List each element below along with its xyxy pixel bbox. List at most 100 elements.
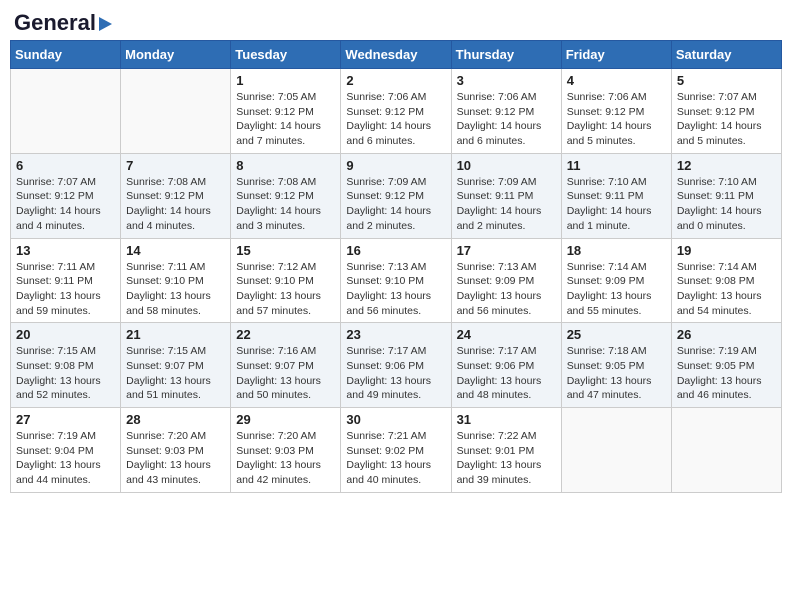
calendar-day-cell: [11, 69, 121, 154]
day-number: 27: [16, 412, 115, 427]
day-info: Sunrise: 7:06 AMSunset: 9:12 PMDaylight:…: [567, 90, 666, 149]
day-info: Sunrise: 7:07 AMSunset: 9:12 PMDaylight:…: [16, 175, 115, 234]
day-header-thursday: Thursday: [451, 41, 561, 69]
day-info: Sunrise: 7:11 AMSunset: 9:11 PMDaylight:…: [16, 260, 115, 319]
calendar-day-cell: 28 Sunrise: 7:20 AMSunset: 9:03 PMDayligh…: [121, 408, 231, 493]
day-header-tuesday: Tuesday: [231, 41, 341, 69]
day-number: 18: [567, 243, 666, 258]
calendar-day-cell: 20 Sunrise: 7:15 AMSunset: 9:08 PMDayligh…: [11, 323, 121, 408]
day-number: 4: [567, 73, 666, 88]
calendar-day-cell: 22Sunrise: 7:16 AMSunset: 9:07 PMDayligh…: [231, 323, 341, 408]
calendar-day-cell: [121, 69, 231, 154]
day-number: 14: [126, 243, 225, 258]
calendar-day-cell: 27 Sunrise: 7:19 AMSunset: 9:04 PMDayligh…: [11, 408, 121, 493]
calendar-day-cell: [561, 408, 671, 493]
calendar-day-cell: 14 Sunrise: 7:11 AMSunset: 9:10 PMDayligh…: [121, 238, 231, 323]
day-info: Sunrise: 7:17 AMSunset: 9:06 PMDaylight:…: [346, 344, 445, 403]
day-header-monday: Monday: [121, 41, 231, 69]
calendar-day-cell: 16 Sunrise: 7:13 AMSunset: 9:10 PMDayligh…: [341, 238, 451, 323]
logo-general: General: [14, 10, 96, 36]
day-info: Sunrise: 7:18 AMSunset: 9:05 PMDaylight:…: [567, 344, 666, 403]
day-number: 2: [346, 73, 445, 88]
calendar-day-cell: 25 Sunrise: 7:18 AMSunset: 9:05 PMDayligh…: [561, 323, 671, 408]
calendar-day-cell: 30Sunrise: 7:21 AMSunset: 9:02 PMDayligh…: [341, 408, 451, 493]
logo-arrow-icon: [99, 17, 112, 31]
calendar-day-cell: 19 Sunrise: 7:14 AMSunset: 9:08 PMDayligh…: [671, 238, 781, 323]
day-info: Sunrise: 7:06 AMSunset: 9:12 PMDaylight:…: [457, 90, 556, 149]
calendar-week-row: 27 Sunrise: 7:19 AMSunset: 9:04 PMDayligh…: [11, 408, 782, 493]
calendar-week-row: 13 Sunrise: 7:11 AMSunset: 9:11 PMDayligh…: [11, 238, 782, 323]
calendar-day-cell: 23 Sunrise: 7:17 AMSunset: 9:06 PMDayligh…: [341, 323, 451, 408]
day-info: Sunrise: 7:19 AMSunset: 9:04 PMDaylight:…: [16, 429, 115, 488]
day-number: 26: [677, 327, 776, 342]
day-info: Sunrise: 7:20 AMSunset: 9:03 PMDaylight:…: [236, 429, 335, 488]
day-number: 6: [16, 158, 115, 173]
calendar-day-cell: 13 Sunrise: 7:11 AMSunset: 9:11 PMDayligh…: [11, 238, 121, 323]
calendar-day-cell: 11 Sunrise: 7:10 AMSunset: 9:11 PMDayligh…: [561, 153, 671, 238]
day-info: Sunrise: 7:09 AMSunset: 9:11 PMDaylight:…: [457, 175, 556, 234]
calendar-day-cell: 17 Sunrise: 7:13 AMSunset: 9:09 PMDayligh…: [451, 238, 561, 323]
calendar-day-cell: 29 Sunrise: 7:20 AMSunset: 9:03 PMDayligh…: [231, 408, 341, 493]
day-header-saturday: Saturday: [671, 41, 781, 69]
day-number: 5: [677, 73, 776, 88]
calendar-day-cell: 26Sunrise: 7:19 AMSunset: 9:05 PMDayligh…: [671, 323, 781, 408]
day-number: 25: [567, 327, 666, 342]
day-number: 30: [346, 412, 445, 427]
day-info: Sunrise: 7:05 AMSunset: 9:12 PMDaylight:…: [236, 90, 335, 149]
day-info: Sunrise: 7:22 AMSunset: 9:01 PMDaylight:…: [457, 429, 556, 488]
day-number: 13: [16, 243, 115, 258]
day-info: Sunrise: 7:13 AMSunset: 9:10 PMDaylight:…: [346, 260, 445, 319]
calendar-day-cell: 9Sunrise: 7:09 AMSunset: 9:12 PMDaylight…: [341, 153, 451, 238]
day-info: Sunrise: 7:14 AMSunset: 9:08 PMDaylight:…: [677, 260, 776, 319]
day-info: Sunrise: 7:20 AMSunset: 9:03 PMDaylight:…: [126, 429, 225, 488]
calendar-day-cell: 4 Sunrise: 7:06 AMSunset: 9:12 PMDaylight…: [561, 69, 671, 154]
day-info: Sunrise: 7:14 AMSunset: 9:09 PMDaylight:…: [567, 260, 666, 319]
page-header: General: [10, 10, 782, 32]
day-number: 7: [126, 158, 225, 173]
calendar-week-row: 20 Sunrise: 7:15 AMSunset: 9:08 PMDayligh…: [11, 323, 782, 408]
day-number: 17: [457, 243, 556, 258]
calendar-day-cell: 21Sunrise: 7:15 AMSunset: 9:07 PMDayligh…: [121, 323, 231, 408]
day-header-friday: Friday: [561, 41, 671, 69]
day-number: 8: [236, 158, 335, 173]
day-number: 28: [126, 412, 225, 427]
day-number: 16: [346, 243, 445, 258]
calendar-day-cell: 24 Sunrise: 7:17 AMSunset: 9:06 PMDayligh…: [451, 323, 561, 408]
calendar-week-row: 6 Sunrise: 7:07 AMSunset: 9:12 PMDaylight…: [11, 153, 782, 238]
day-number: 11: [567, 158, 666, 173]
calendar-day-cell: 31Sunrise: 7:22 AMSunset: 9:01 PMDayligh…: [451, 408, 561, 493]
day-number: 23: [346, 327, 445, 342]
day-number: 12: [677, 158, 776, 173]
calendar-day-cell: 8 Sunrise: 7:08 AMSunset: 9:12 PMDaylight…: [231, 153, 341, 238]
day-info: Sunrise: 7:06 AMSunset: 9:12 PMDaylight:…: [346, 90, 445, 149]
day-info: Sunrise: 7:15 AMSunset: 9:08 PMDaylight:…: [16, 344, 115, 403]
calendar-day-cell: 7Sunrise: 7:08 AMSunset: 9:12 PMDaylight…: [121, 153, 231, 238]
calendar-day-cell: [671, 408, 781, 493]
day-info: Sunrise: 7:12 AMSunset: 9:10 PMDaylight:…: [236, 260, 335, 319]
calendar-day-cell: 3Sunrise: 7:06 AMSunset: 9:12 PMDaylight…: [451, 69, 561, 154]
calendar-week-row: 1 Sunrise: 7:05 AMSunset: 9:12 PMDaylight…: [11, 69, 782, 154]
logo: General: [14, 10, 112, 32]
day-number: 21: [126, 327, 225, 342]
day-number: 19: [677, 243, 776, 258]
calendar-day-cell: 18 Sunrise: 7:14 AMSunset: 9:09 PMDayligh…: [561, 238, 671, 323]
day-info: Sunrise: 7:08 AMSunset: 9:12 PMDaylight:…: [236, 175, 335, 234]
day-header-wednesday: Wednesday: [341, 41, 451, 69]
day-header-sunday: Sunday: [11, 41, 121, 69]
calendar-header-row: SundayMondayTuesdayWednesdayThursdayFrid…: [11, 41, 782, 69]
calendar-day-cell: 6 Sunrise: 7:07 AMSunset: 9:12 PMDaylight…: [11, 153, 121, 238]
day-number: 29: [236, 412, 335, 427]
day-number: 24: [457, 327, 556, 342]
day-number: 1: [236, 73, 335, 88]
day-number: 20: [16, 327, 115, 342]
day-info: Sunrise: 7:17 AMSunset: 9:06 PMDaylight:…: [457, 344, 556, 403]
day-info: Sunrise: 7:13 AMSunset: 9:09 PMDaylight:…: [457, 260, 556, 319]
calendar-table: SundayMondayTuesdayWednesdayThursdayFrid…: [10, 40, 782, 493]
day-number: 22: [236, 327, 335, 342]
day-number: 15: [236, 243, 335, 258]
calendar-day-cell: 1 Sunrise: 7:05 AMSunset: 9:12 PMDaylight…: [231, 69, 341, 154]
day-info: Sunrise: 7:10 AMSunset: 9:11 PMDaylight:…: [567, 175, 666, 234]
calendar-day-cell: 12Sunrise: 7:10 AMSunset: 9:11 PMDayligh…: [671, 153, 781, 238]
day-info: Sunrise: 7:11 AMSunset: 9:10 PMDaylight:…: [126, 260, 225, 319]
calendar-day-cell: 2 Sunrise: 7:06 AMSunset: 9:12 PMDaylight…: [341, 69, 451, 154]
